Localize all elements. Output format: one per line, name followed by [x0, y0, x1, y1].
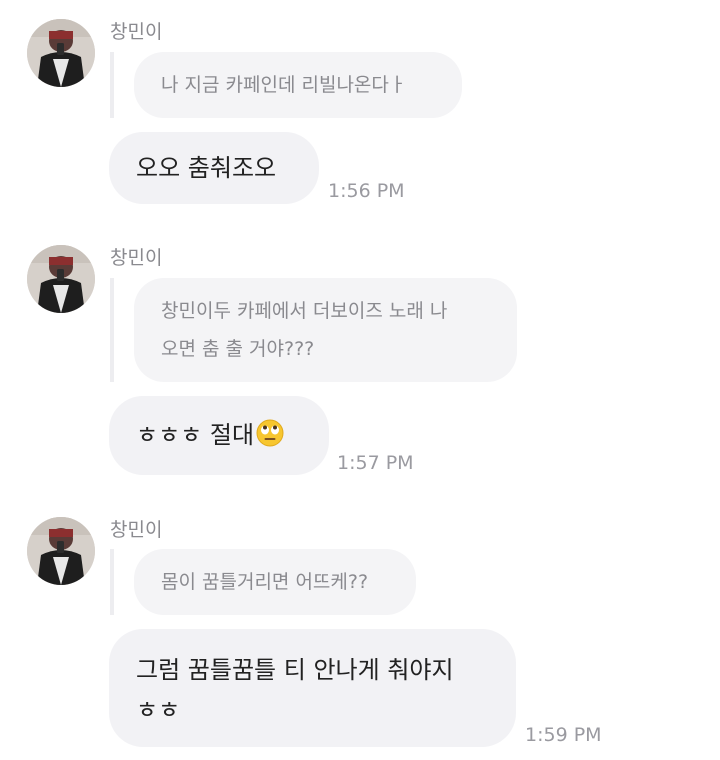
avatar-photo — [27, 19, 95, 87]
message-time: 1:59 PM — [525, 724, 602, 746]
reply-bubble[interactable]: ㅎㅎㅎ 절대 — [109, 396, 329, 475]
sender-name: 창민이 — [110, 21, 163, 43]
eye-roll-emoji-icon — [256, 419, 284, 447]
quote-bar — [110, 278, 114, 382]
avatar-photo — [27, 517, 95, 585]
message-time: 1:56 PM — [328, 180, 405, 202]
quote-bar — [110, 52, 114, 118]
avatar-photo — [27, 245, 95, 313]
avatar[interactable] — [27, 517, 95, 585]
avatar[interactable] — [27, 19, 95, 87]
reply-bubble[interactable]: 그럼 꿈틀꿈틀 티 안나게 춰야지 ㅎㅎ — [109, 629, 516, 747]
avatar[interactable] — [27, 245, 95, 313]
sender-name: 창민이 — [110, 247, 163, 269]
quote-bar — [110, 549, 114, 615]
quoted-message[interactable]: 창민이두 카페에서 더보이즈 노래 나 오면 춤 출 거야??? — [134, 278, 517, 382]
reply-text: ㅎㅎㅎ 절대 — [136, 421, 255, 449]
quoted-message[interactable]: 나 지금 카페인데 리빌나온다ㅏ — [134, 52, 462, 118]
quoted-message[interactable]: 몸이 꿈틀거리면 어뜨케?? — [134, 549, 416, 615]
sender-name: 창민이 — [110, 519, 163, 541]
message-time: 1:57 PM — [337, 452, 414, 474]
reply-bubble[interactable]: 오오 춤춰조오 — [109, 132, 319, 204]
